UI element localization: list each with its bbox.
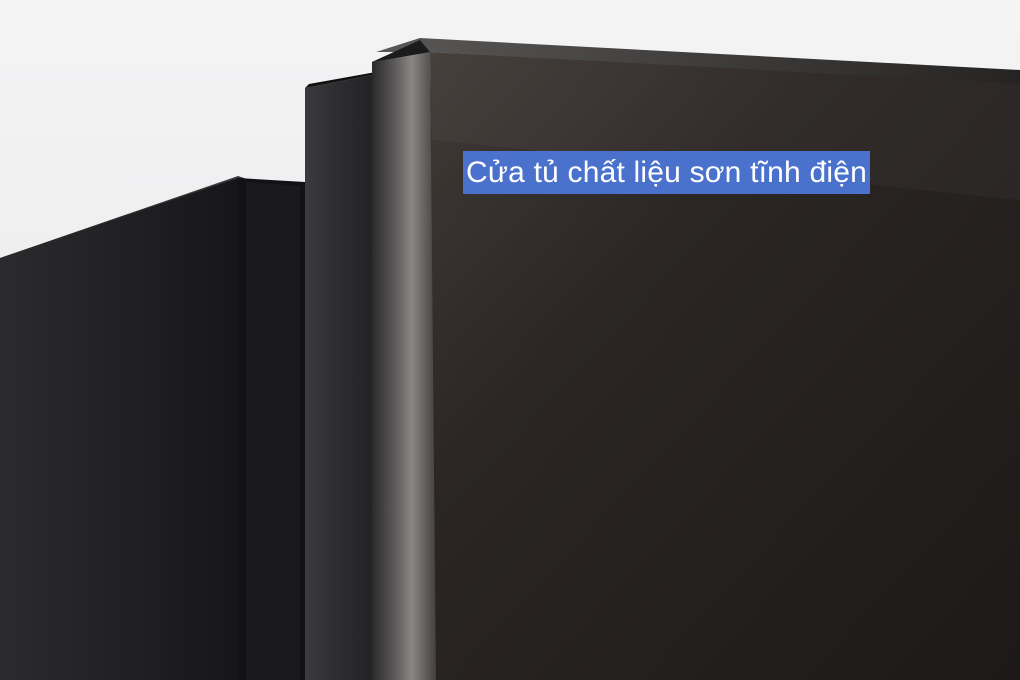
cabinet-side [305, 75, 372, 680]
feature-caption: Cửa tủ chất liệu sơn tĩnh điện [463, 151, 870, 194]
fridge-illustration [0, 38, 1020, 680]
product-photo: Cửa tủ chất liệu sơn tĩnh điện [0, 0, 1020, 680]
door-bevel [372, 52, 438, 680]
left-door-front [0, 178, 238, 680]
